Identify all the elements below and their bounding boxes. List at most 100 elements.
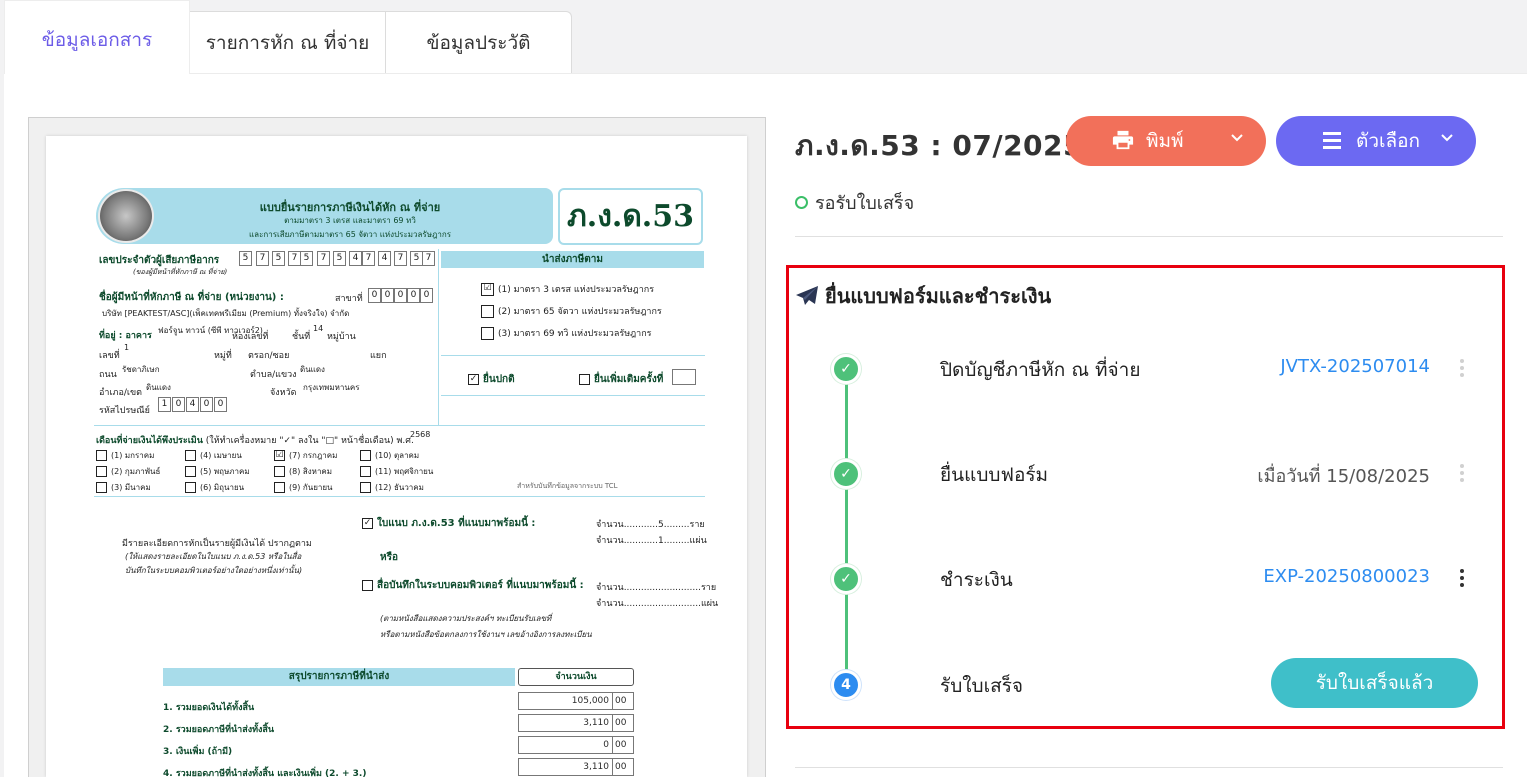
- options-button[interactable]: ตัวเลือก: [1276, 116, 1476, 166]
- room-label: ห้องเลขที่: [232, 332, 269, 342]
- step-2-more-icon[interactable]: [1458, 464, 1466, 482]
- taxid-digit: 4: [378, 251, 391, 266]
- normal-filing: ยื่นปกติ: [483, 374, 515, 385]
- step-1-link[interactable]: JVTX-202507014: [1280, 356, 1430, 377]
- month-checkbox: [96, 450, 107, 461]
- submit-option-text: (3) มาตรา 69 ทวิ แห่งประมวลรัษฎากร: [498, 329, 652, 339]
- road-label: ถนน: [99, 370, 117, 380]
- month-checkbox: [274, 482, 285, 493]
- month-checkbox: [274, 466, 285, 477]
- month-checkbox: [185, 450, 196, 461]
- month-checkbox: [360, 466, 371, 477]
- taxid-digit: 7: [394, 251, 407, 266]
- chevron-down-icon: [1230, 130, 1244, 149]
- count-label-3: จำนวน: [596, 583, 624, 593]
- payer-label: ชื่อผู้มีหน้าที่หักภาษี ณ ที่จ่าย (หน่วย…: [99, 292, 284, 303]
- summary-row-satang: 00: [615, 718, 627, 728]
- floor-label: ชั้นที่: [292, 332, 311, 342]
- month-checkbox: ☑: [274, 450, 285, 461]
- month-label: (3) มีนาคม: [111, 483, 151, 492]
- options-label: ตัวเลือก: [1356, 130, 1421, 152]
- company-name: บริษัท [PEAKTEST/ASC](เพ็คเทคพรีเมียม (P…: [102, 309, 350, 318]
- submit-option: (2) มาตรา 65 จัตวา แห่งประมวลรัษฎากร: [481, 304, 662, 318]
- month-label: (10) ตุลาคม: [375, 451, 420, 460]
- branch-digit: 0: [381, 288, 394, 303]
- submit-option: ☑ (1) มาตรา 3 เตรส แห่งประมวลรัษฎากร: [481, 282, 654, 296]
- branch-digit: 0: [394, 288, 407, 303]
- taxid-label: เลขประจำตัวผู้เสียภาษีอากร: [99, 255, 220, 266]
- month-item: (11) พฤศจิกายน: [360, 465, 433, 478]
- month-hint: (ให้ทำเครื่องหมาย "✓" ลงใน "□" หน้าชื่อเ…: [205, 436, 414, 446]
- month-item: (10) ตุลาคม: [360, 449, 419, 462]
- month-label: (7) กรกฎาคม: [289, 451, 338, 460]
- district: ดินแดง: [146, 383, 171, 392]
- month-item: (12) ธันวาคม: [360, 481, 424, 494]
- step-2-label: ยื่นแบบฟอร์ม: [940, 464, 1049, 486]
- chevron-down-icon: [1440, 130, 1454, 149]
- form-band-sub2: และการเสียภาษีตามมาตรา 65 จัตวา แห่งประม…: [249, 230, 451, 239]
- count-value-1: 5: [658, 520, 664, 530]
- summary-row-amount: 0: [523, 737, 613, 753]
- media-hint1: (ตามหนังสือแสดงความประสงค์ฯ ทะเบียนรับเล…: [380, 614, 552, 623]
- taxid-digit: 7: [256, 251, 269, 266]
- postcode-label: รหัสไปรษณีย์: [99, 406, 150, 416]
- step-4-label: รับใบเสร็จ: [940, 675, 1024, 697]
- detail-hint1: (ให้แสดงรายละเอียดในใบแนบ ภ.ง.ด.53 หรือใ…: [125, 552, 302, 561]
- address-label: ที่อยู่ : อาคาร: [99, 331, 152, 341]
- month-label: (6) มิถุนายน: [200, 483, 245, 492]
- status-badge: รอรับใบเสร็จ: [795, 188, 914, 217]
- month-label: (5) พฤษภาคม: [200, 467, 250, 476]
- month-checkbox: [96, 466, 107, 477]
- soi-label: ตรอก/ซอย: [248, 351, 290, 361]
- step-3-link[interactable]: EXP-20250800023: [1263, 566, 1430, 587]
- summary-row-satang: 00: [615, 762, 627, 772]
- submit-option-text: (2) มาตรา 65 จัตวา แห่งประมวลรัษฎากร: [498, 307, 662, 317]
- taxid-digit: 5: [333, 251, 346, 266]
- taxid-digit: 4: [349, 251, 362, 266]
- media-label: สื่อบันทึกในระบบคอมพิวเตอร์ ที่แนบมาพร้อ…: [377, 580, 584, 591]
- step-1-more-icon[interactable]: [1458, 359, 1466, 377]
- count-label-4: จำนวน: [596, 599, 624, 609]
- village-label: หมู่บ้าน: [327, 332, 356, 342]
- summary-row-amount-box: 3,110 00: [518, 758, 634, 776]
- form-band-sub1: ตามมาตรา 3 เตรส และมาตรา 69 ทวิ: [284, 216, 416, 225]
- yaek-label: แยก: [370, 351, 387, 361]
- unit-sheets-2: แผ่น: [700, 599, 719, 609]
- district-label: อำเภอ/เขต: [99, 388, 142, 398]
- unit-persons-1: ราย: [689, 520, 705, 530]
- branch-digit: 0: [407, 288, 420, 303]
- count-value-2: 1: [658, 536, 664, 546]
- month-item: (4) เมษายน: [185, 449, 242, 462]
- month-checkbox: [360, 482, 371, 493]
- subdistrict-label: ตำบล/แขวง: [250, 370, 297, 380]
- month-checkbox: [185, 482, 196, 493]
- month-checkbox: [185, 466, 196, 477]
- printer-icon: [1112, 129, 1134, 156]
- month-label: เดือนที่จ่ายเงินได้พึงประเมิน: [96, 436, 203, 446]
- tab-document-info[interactable]: ข้อมูลเอกสาร: [4, 0, 190, 74]
- detail-hint2: บันทึกในระบบคอมพิวเตอร์อย่างใดอย่างหนึ่ง…: [125, 566, 303, 575]
- summary-row-amount-box: 0 00: [518, 736, 634, 754]
- month-item: (5) พฤษภาคม: [185, 465, 250, 478]
- taxid-digit: 5: [239, 251, 252, 266]
- print-button[interactable]: พิมพ์: [1066, 116, 1266, 166]
- branch-digit: 0: [420, 288, 433, 303]
- receipt-received-button[interactable]: รับใบเสร็จแล้ว: [1271, 658, 1478, 708]
- tab-history[interactable]: ข้อมูลประวัติ: [385, 11, 572, 73]
- status-dot-icon: [795, 196, 808, 209]
- additional-filing-checkbox: [579, 373, 590, 385]
- month-label: (2) กุมภาพันธ์: [111, 467, 161, 476]
- subdistrict: ดินแดง: [300, 365, 325, 374]
- additional-filing-number-box: [672, 369, 696, 385]
- summary-row-label: 1. รวมยอดเงินได้ทั้งสิ้น: [163, 703, 255, 713]
- tab-withholding-items[interactable]: รายการหัก ณ ที่จ่าย: [189, 11, 386, 73]
- taxid-digit: 7: [317, 251, 330, 266]
- step-3-more-icon[interactable]: [1458, 569, 1466, 587]
- attach-label: ใบแนบ ภ.ง.ด.53 ที่แนบมาพร้อมนี้ :: [377, 518, 536, 529]
- summary-header: สรุปรายการภาษีที่นำส่ง: [163, 668, 515, 686]
- branch-digit: 0: [368, 288, 381, 303]
- summary-row-amount-box: 3,110 00: [518, 714, 634, 732]
- road: รัชดาภิเษก: [122, 365, 160, 374]
- menu-icon: [1322, 129, 1342, 156]
- or-label: หรือ: [380, 552, 398, 563]
